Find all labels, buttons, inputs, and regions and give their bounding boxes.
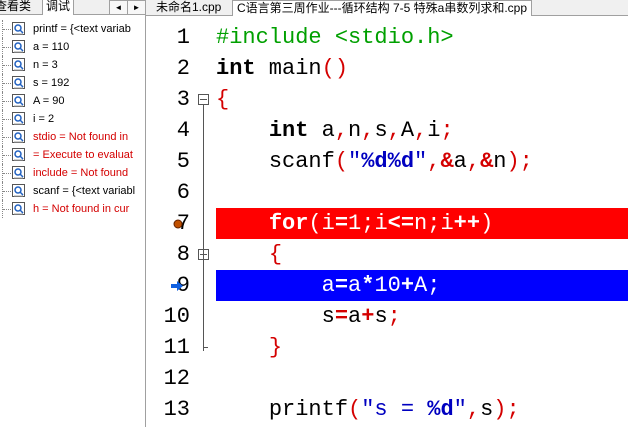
line-number[interactable]: 3 <box>146 84 190 115</box>
watch-text: printf = {<text variab <box>33 23 131 35</box>
line-number[interactable]: 10 <box>146 301 190 332</box>
watch-list: printf = {<text variab a = 110 n = 3 s = 19… <box>0 20 145 218</box>
line-number[interactable]: 13 <box>146 394 190 425</box>
watch-text: = Execute to evaluat <box>33 149 133 161</box>
watch-item[interactable]: scanf = {<text variabl <box>0 182 145 200</box>
debug-panel: 查看类 调试 ◄ ► printf = {<text variab a = 110… <box>0 0 146 427</box>
watch-item[interactable]: printf = {<text variab <box>0 20 145 38</box>
watch-text: A = 90 <box>33 95 65 107</box>
watch-item[interactable]: a = 110 <box>0 38 145 56</box>
code-editor[interactable]: 1 2 3 4 5 6 7 8 9 10 11 12 13 #include <stdio.h> int… <box>146 16 628 427</box>
code-line-10: s=a+s; <box>321 304 401 329</box>
line-number[interactable]: 6 <box>146 177 190 208</box>
watch-text: n = 3 <box>33 59 58 71</box>
scroll-left-button[interactable]: ◄ <box>109 0 128 15</box>
watch-variable-icon <box>12 76 25 89</box>
editor-tabs: 未命名1.cpp C语言第三周作业---循环结构 7-5 特殊a串数列求和.cp… <box>146 0 628 17</box>
code-line-7-breakpoint: for(i=1;i<=n;i++) <box>216 208 628 239</box>
watch-variable-icon <box>12 94 25 107</box>
watch-variable-icon <box>12 148 25 161</box>
watch-item[interactable]: n = 3 <box>0 56 145 74</box>
fold-end-mark <box>203 347 208 348</box>
code-line-11: } <box>268 335 283 360</box>
line-number[interactable]: 12 <box>146 363 190 394</box>
watch-item[interactable]: s = 192 <box>0 74 145 92</box>
watch-item[interactable]: stdio = Not found in <box>0 128 145 146</box>
watch-variable-icon <box>12 112 25 125</box>
watch-variable-icon <box>12 202 25 215</box>
line-number[interactable]: 7 <box>146 208 190 239</box>
watch-item[interactable]: i = 2 <box>0 110 145 128</box>
watch-item[interactable]: include = Not found <box>0 164 145 182</box>
left-panel-tabs: 查看类 调试 ◄ ► <box>0 0 146 15</box>
tab-debug[interactable]: 调试 <box>42 0 75 15</box>
code-line-2: int main() <box>216 56 349 81</box>
breakpoint-icon[interactable] <box>173 219 183 229</box>
watch-text: i = 2 <box>33 113 55 125</box>
code-area[interactable]: #include <stdio.h> int main() { int a,n,… <box>216 16 628 427</box>
code-line-13: printf("s = %d",s); <box>268 397 520 422</box>
line-number[interactable]: 4 <box>146 115 190 146</box>
watch-text: h = Not found in cur <box>33 203 130 215</box>
code-line-1: #include <stdio.h> <box>216 25 454 50</box>
watch-text: scanf = {<text variabl <box>33 185 136 197</box>
line-number[interactable]: 9 <box>146 270 190 301</box>
watch-item[interactable]: h = Not found in cur <box>0 200 145 218</box>
fold-line <box>203 105 204 351</box>
line-number[interactable]: 1 <box>146 22 190 53</box>
watch-text: stdio = Not found in <box>33 131 129 143</box>
watch-variable-icon <box>12 40 25 53</box>
watch-variable-icon <box>12 130 25 143</box>
watch-text: include = Not found <box>33 167 129 179</box>
code-line-9-current: a=a*10+A; <box>216 270 628 301</box>
watch-text: a = 110 <box>33 41 70 53</box>
tab-current-file[interactable]: C语言第三周作业---循环结构 7-5 特殊a串数列求和.cpp <box>232 0 533 17</box>
watch-variable-icon <box>12 184 25 197</box>
line-number[interactable]: 5 <box>146 146 190 177</box>
code-line-3: { <box>216 87 230 112</box>
line-number[interactable]: 8 <box>146 239 190 270</box>
code-line-5: scanf("%d%d",&a,&n); <box>268 149 533 174</box>
fold-marker-main[interactable] <box>198 94 209 105</box>
watch-item[interactable]: = Execute to evaluat <box>0 146 145 164</box>
watch-variable-icon <box>12 22 25 35</box>
line-number[interactable]: 2 <box>146 53 190 84</box>
execution-arrow-icon <box>171 281 183 291</box>
code-line-8: { <box>268 242 283 267</box>
watch-item[interactable]: A = 90 <box>0 92 145 110</box>
code-line-4: int a,n,s,A,i; <box>268 118 454 143</box>
tab-class-view[interactable]: 查看类 <box>0 0 34 14</box>
line-number-gutter[interactable]: 1 2 3 4 5 6 7 8 9 10 11 12 13 <box>146 16 216 427</box>
watch-variable-icon <box>12 166 25 179</box>
watch-text: s = 192 <box>33 77 70 89</box>
tab-untitled1[interactable]: 未命名1.cpp <box>152 0 225 15</box>
watch-variable-icon <box>12 58 25 71</box>
line-number[interactable]: 11 <box>146 332 190 363</box>
scroll-right-button[interactable]: ► <box>127 0 146 15</box>
